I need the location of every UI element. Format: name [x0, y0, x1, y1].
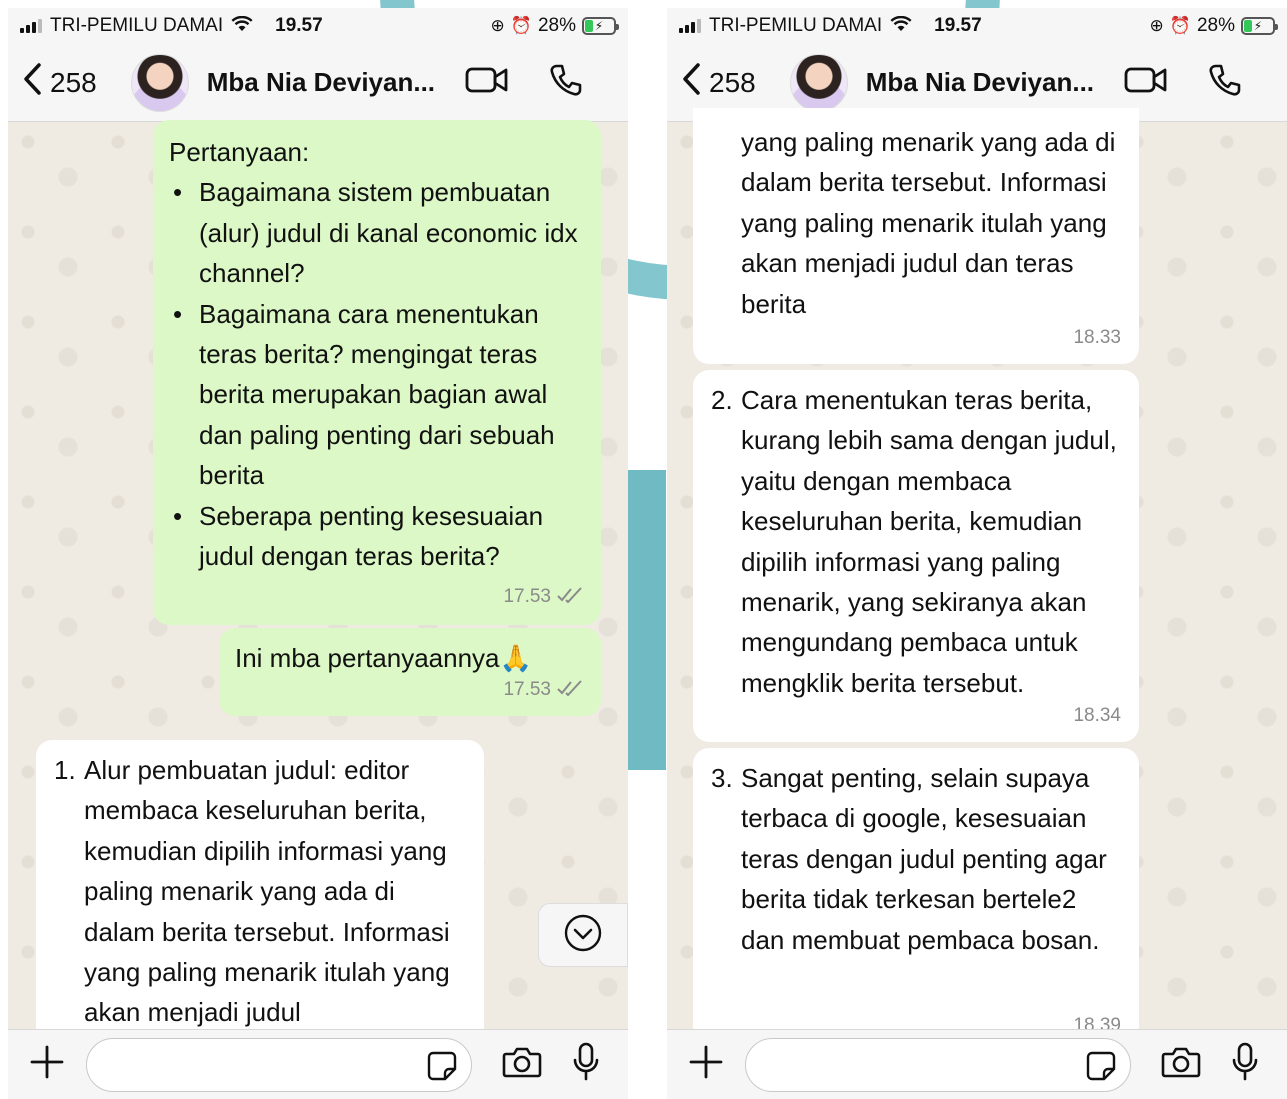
- contact-name[interactable]: Mba Nia Deviyan...: [866, 67, 1094, 98]
- double-check-icon: [557, 670, 583, 710]
- attach-button[interactable]: [689, 1045, 723, 1084]
- message-bubble-questions[interactable]: Pertanyaan: Bagaimana sistem pembuatan (…: [153, 120, 601, 625]
- contact-name[interactable]: Mba Nia Deviyan...: [207, 67, 435, 98]
- message-bubble-answer-1-continued[interactable]: yang paling menarik yang ada di dalam be…: [693, 108, 1139, 364]
- microphone-button[interactable]: [1231, 1042, 1259, 1087]
- wifi-icon: [231, 15, 253, 37]
- orientation-lock-icon: ⊕: [1149, 16, 1164, 35]
- unread-count: 258: [709, 66, 756, 98]
- back-button[interactable]: 258: [22, 62, 97, 103]
- status-bar: TRI-PEMILU DAMAI 19.57 ⊕ ⏰ 28% ⚡: [667, 8, 1287, 44]
- back-button[interactable]: 258: [681, 62, 756, 103]
- sticker-button[interactable]: [427, 1051, 457, 1087]
- contact-avatar[interactable]: [789, 53, 848, 112]
- contact-avatar[interactable]: [130, 53, 189, 112]
- microphone-icon: [572, 1042, 600, 1086]
- camera-icon: [502, 1047, 542, 1082]
- chat-screen-left: TRI-PEMILU DAMAI 19.57 ⊕ ⏰ 28% ⚡ 258 Mba…: [8, 8, 628, 1099]
- voice-call-button[interactable]: [1208, 63, 1242, 102]
- battery-charging-icon: ⚡: [582, 17, 619, 35]
- clock: 19.57: [934, 15, 982, 36]
- double-check-icon: [557, 577, 583, 617]
- plus-icon: [689, 1045, 723, 1083]
- questions-heading: Pertanyaan:: [169, 137, 310, 167]
- message-meta: 17.53: [503, 577, 583, 617]
- voice-call-button[interactable]: [549, 63, 583, 102]
- message-time: 17.53: [503, 678, 551, 700]
- watermark-letters: [628, 470, 666, 770]
- list-item: 3. Sangat penting, selain supaya terbaca…: [711, 758, 1123, 960]
- attach-button[interactable]: [30, 1045, 64, 1084]
- answer-list: 1. Alur pembuatan judul: editor membaca …: [54, 750, 468, 1033]
- plus-icon: [30, 1045, 64, 1083]
- message-text: Alur pembuatan judul: editor membaca kes…: [84, 755, 450, 1028]
- chevron-down-circle-icon: [563, 913, 603, 958]
- camera-icon: [1161, 1047, 1201, 1082]
- message-meta: 18.34: [1073, 696, 1121, 736]
- list-item: Bagaimana sistem pembuatan (alur) judul …: [169, 172, 585, 293]
- camera-button[interactable]: [1161, 1046, 1201, 1083]
- message-time: 18.33: [1073, 326, 1121, 348]
- signal-icon: [20, 19, 42, 33]
- message-meta: 18.33: [1073, 318, 1121, 358]
- input-bar: [8, 1029, 628, 1099]
- signal-icon: [679, 19, 701, 33]
- message-text: Sangat penting, selain supaya terbaca di…: [741, 763, 1107, 955]
- phone-icon: [549, 63, 583, 102]
- list-item: Seberapa penting kesesuaian judul dengan…: [169, 496, 585, 577]
- list-number: 2.: [711, 385, 733, 415]
- camera-button[interactable]: [502, 1046, 542, 1083]
- battery-percent: 28%: [537, 15, 576, 36]
- carrier-name: TRI-PEMILU DAMAI: [50, 15, 224, 36]
- alarm-icon: ⏰: [510, 16, 532, 35]
- orientation-lock-icon: ⊕: [490, 16, 505, 35]
- message-bubble-short[interactable]: Ini mba pertanyaannya🙏 17.53: [219, 628, 601, 716]
- video-camera-icon: [1124, 66, 1168, 99]
- message-meta: 17.53: [503, 670, 583, 710]
- chat-header: 258 Mba Nia Deviyan...: [8, 44, 628, 122]
- answer-list: 3. Sangat penting, selain supaya terbaca…: [711, 758, 1123, 960]
- alarm-icon: ⏰: [1169, 16, 1191, 35]
- message-input[interactable]: [745, 1037, 1131, 1092]
- message-text: Cara menentukan teras berita, kurang leb…: [741, 385, 1117, 698]
- message-text: yang paling menarik yang ada di dalam be…: [741, 127, 1116, 319]
- status-bar: TRI-PEMILU DAMAI 19.57 ⊕ ⏰ 28% ⚡: [8, 8, 628, 44]
- chat-screen-right: TRI-PEMILU DAMAI 19.57 ⊕ ⏰ 28% ⚡ 258 Mba…: [667, 8, 1287, 1099]
- list-number: 1.: [54, 755, 76, 785]
- clock: 19.57: [275, 15, 323, 36]
- scroll-to-bottom-button[interactable]: [538, 903, 628, 967]
- sticker-icon: [1086, 1051, 1116, 1086]
- chevron-left-icon: [681, 62, 701, 103]
- message-time: 18.34: [1073, 704, 1121, 726]
- video-camera-icon: [465, 66, 509, 99]
- list-number: 3.: [711, 763, 733, 793]
- message-time: 17.53: [503, 585, 551, 607]
- questions-list: Bagaimana sistem pembuatan (alur) judul …: [169, 172, 585, 576]
- microphone-icon: [1231, 1042, 1259, 1086]
- message-input[interactable]: [86, 1037, 472, 1092]
- input-bar: [667, 1029, 1287, 1099]
- video-call-button[interactable]: [1124, 66, 1168, 99]
- battery-charging-icon: ⚡: [1241, 17, 1278, 35]
- phone-icon: [1208, 63, 1242, 102]
- list-item: 1. Alur pembuatan judul: editor membaca …: [54, 750, 468, 1033]
- microphone-button[interactable]: [572, 1042, 600, 1087]
- list-item: Bagaimana cara menentukan teras berita? …: [169, 294, 585, 496]
- carrier-name: TRI-PEMILU DAMAI: [709, 15, 883, 36]
- battery-percent: 28%: [1196, 15, 1235, 36]
- sticker-button[interactable]: [1086, 1051, 1116, 1087]
- chevron-left-icon: [22, 62, 42, 103]
- answer-list: 2. Cara menentukan teras berita, kurang …: [711, 380, 1123, 703]
- wifi-icon: [890, 15, 912, 37]
- list-item: 2. Cara menentukan teras berita, kurang …: [711, 380, 1123, 703]
- sticker-icon: [427, 1051, 457, 1086]
- message-bubble-answer-2[interactable]: 2. Cara menentukan teras berita, kurang …: [693, 370, 1139, 742]
- unread-count: 258: [50, 66, 97, 98]
- message-bubble-answer-3[interactable]: 3. Sangat penting, selain supaya terbaca…: [693, 748, 1139, 1048]
- video-call-button[interactable]: [465, 66, 509, 99]
